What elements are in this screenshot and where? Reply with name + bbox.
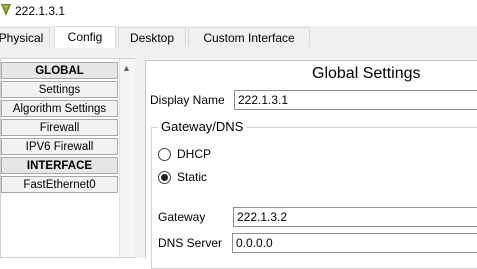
gateway-dns-title: Gateway/DNS bbox=[158, 119, 247, 134]
gateway-dns-group: Gateway/DNS DHCP Static Gateway 222.1.3.… bbox=[151, 119, 477, 269]
sidebar-item-ipv6-firewall[interactable]: IPV6 Firewall bbox=[1, 138, 118, 155]
static-radio[interactable] bbox=[158, 171, 171, 184]
global-settings-panel: Global Settings Display Name 222.1.3.1 G… bbox=[145, 60, 477, 269]
sidebar-item-settings[interactable]: Settings bbox=[1, 81, 118, 98]
dhcp-label: DHCP bbox=[177, 147, 212, 161]
sidebar-item-algorithm-settings[interactable]: Algorithm Settings bbox=[1, 100, 118, 117]
sidebar-item-firewall[interactable]: Firewall bbox=[1, 119, 118, 136]
display-name-label: Display Name bbox=[150, 93, 225, 107]
dns-server-label: DNS Server bbox=[158, 236, 223, 250]
sidebar-scrollbar[interactable]: ▲ bbox=[119, 59, 135, 257]
sidebar-nav: GLOBAL Settings Algorithm Settings Firew… bbox=[0, 58, 135, 258]
page-title: Global Settings bbox=[312, 65, 421, 82]
tab-desktop[interactable]: Desktop bbox=[118, 27, 186, 47]
app-icon bbox=[1, 4, 11, 16]
sidebar-header-global: GLOBAL bbox=[1, 62, 118, 79]
tab-strip: Physical Config Desktop Custom Interface bbox=[0, 26, 477, 49]
window-title: 222.1.3.1 bbox=[15, 4, 66, 18]
tab-custom-interface[interactable]: Custom Interface bbox=[188, 27, 310, 47]
dns-server-input[interactable]: 0.0.0.0 bbox=[232, 233, 477, 253]
title-bar: 222.1.3.1 bbox=[0, 0, 477, 22]
static-label: Static bbox=[177, 170, 208, 184]
sidebar-header-interface: INTERFACE bbox=[1, 157, 118, 174]
tab-physical[interactable]: Physical bbox=[0, 27, 50, 47]
radio-selected-dot-icon bbox=[161, 174, 168, 181]
gateway-label: Gateway bbox=[158, 210, 206, 224]
scroll-up-chevron-icon[interactable]: ▲ bbox=[122, 63, 131, 73]
display-name-input[interactable]: 222.1.3.1 bbox=[234, 90, 477, 110]
dhcp-radio[interactable] bbox=[158, 148, 171, 161]
sidebar-item-fastethernet0[interactable]: FastEthernet0 bbox=[1, 176, 118, 193]
gateway-input[interactable]: 222.1.3.2 bbox=[233, 207, 477, 227]
tab-config[interactable]: Config bbox=[54, 26, 116, 48]
